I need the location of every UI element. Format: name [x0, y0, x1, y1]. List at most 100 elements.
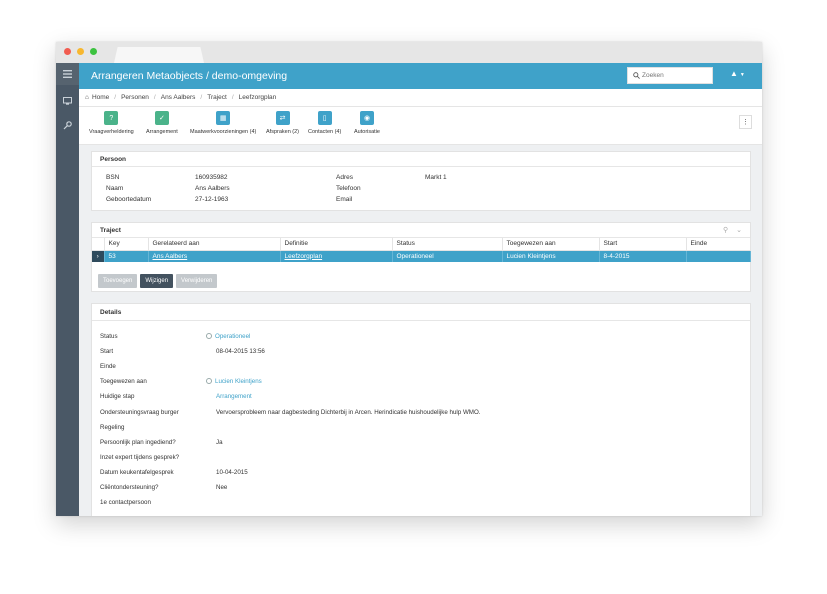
traject-table: Key Gerelateerd aan Definitie Status Toe… [92, 238, 751, 262]
cell-einde [686, 250, 751, 262]
detail-label: Inzet expert tijdens gesprek? [100, 453, 180, 461]
details-panel: Details Status Operationeel Start 08-04-201… [91, 303, 751, 516]
monitor-icon[interactable] [56, 90, 79, 112]
adres-value: Markt 1 [425, 174, 447, 181]
chevron-down-icon[interactable]: ⌄ [736, 227, 742, 234]
browser-chrome [56, 42, 762, 63]
detail-label: Persoonlijk plan ingediend? [100, 438, 176, 446]
search-icon [633, 72, 640, 79]
tool-autorisatie[interactable]: ◉ Autorisatie [354, 111, 380, 135]
user-icon: ▲ [730, 69, 738, 78]
detail-label: Status [100, 333, 118, 340]
browser-window: Arrangeren Metaobjects / demo-omgeving ▲… [56, 42, 762, 516]
table-row[interactable]: › 53 Ans Aalbers Leefzorgplan Operatione… [92, 250, 751, 262]
col-key[interactable]: Key [104, 238, 149, 251]
tool-vraagverheldering[interactable]: ? Vraagverheldering [89, 111, 134, 135]
traject-title: Traject [92, 223, 750, 238]
detail-label: Ondersteuningsvraag burger [100, 408, 179, 416]
detail-value: Vervoersprobleem naar dagbesteding Dicht… [216, 408, 481, 416]
breadcrumb-leefzorgplan: Leefzorgplan [238, 94, 277, 101]
detail-label: Huidige stap [100, 393, 135, 401]
maximize-window-button[interactable] [90, 48, 97, 55]
cell-gerelateerd-link[interactable]: Ans Aalbers [153, 253, 188, 260]
search-input[interactable] [642, 68, 712, 83]
bsn-value: 160935982 [195, 174, 228, 181]
tool-arrangement[interactable]: ✓ Arrangement [146, 111, 178, 135]
search-icon[interactable]: ⚲ [723, 227, 728, 234]
geboortedatum-label: Geboortedatum [106, 196, 152, 203]
naam-label: Naam [106, 185, 124, 192]
top-bar: Arrangeren Metaobjects / demo-omgeving ▲… [79, 63, 762, 89]
persoon-panel: Persoon BSN 160935982 Naam Ans Aalbers G… [91, 151, 751, 211]
handshake-icon: ⇄ [275, 111, 290, 125]
telefoon-label: Telefoon [336, 185, 361, 192]
vertical-dots-icon: ⋮ [742, 119, 749, 126]
sidebar [56, 63, 79, 516]
chevron-down-icon: ▼ [739, 72, 745, 78]
col-einde[interactable]: Einde [686, 238, 751, 251]
col-toegewezen[interactable]: Toegewezen aan [502, 238, 600, 251]
more-options-button[interactable]: ⋮ [739, 115, 752, 129]
question-icon: ? [104, 111, 119, 125]
wijzigen-button[interactable]: Wijzigen [140, 274, 174, 288]
tool-maatwerkvoorzieningen[interactable]: ▦ Maatwerkvoorzieningen (4) [190, 111, 256, 135]
detail-label: Start [100, 348, 114, 356]
minimize-window-button[interactable] [77, 48, 84, 55]
user-menu-button[interactable]: ▲ ▼ [730, 69, 745, 78]
detail-value: Nee [216, 484, 228, 491]
detail-label: Toegewezen aan [100, 378, 147, 386]
check-list-icon: ✓ [154, 111, 169, 125]
app-title: Arrangeren Metaobjects / demo-omgeving [91, 70, 288, 82]
bsn-label: BSN [106, 174, 120, 181]
cell-definitie-link[interactable]: Leefzorgplan [285, 253, 323, 260]
clock-icon [206, 333, 212, 339]
cell-status: Operationeel [392, 250, 503, 262]
toevoegen-button[interactable]: Toevoegen [98, 274, 138, 288]
browser-tab[interactable] [114, 47, 204, 63]
verwijderen-button[interactable]: Verwijderen [176, 274, 218, 288]
breadcrumb-person[interactable]: Ans Aalbers [161, 94, 196, 101]
search-box[interactable] [627, 67, 713, 84]
detail-label: Datum keukentafelgesprek [100, 468, 174, 476]
key-icon[interactable] [56, 114, 79, 136]
traject-panel: Traject ⚲ ⌄ Key Gerelateerd aan Definiti… [91, 222, 751, 292]
breadcrumb: ⌂ Home / Personen / Ans Aalbers / Trajec… [79, 89, 762, 107]
tool-contacten[interactable]: ▯ Contacten (4) [308, 111, 341, 135]
persoon-title: Persoon [92, 152, 750, 167]
details-title: Details [92, 304, 750, 321]
detail-label: Einde [100, 363, 116, 371]
detail-label: 1e contactpersoon [100, 499, 151, 507]
cell-key: 53 [104, 250, 149, 262]
col-start[interactable]: Start [599, 238, 687, 251]
traject-buttons: Toevoegen Wijzigen Verwijderen [98, 274, 218, 288]
detail-label: Regeling [100, 423, 125, 431]
detail-label: Cliëntondersteuning? [100, 484, 159, 491]
action-toolbar: ? Vraagverheldering ✓ Arrangement ▦ Maat… [79, 107, 762, 145]
clock-icon [206, 378, 212, 385]
naam-value: Ans Aalbers [195, 185, 230, 192]
detail-value-link[interactable]: Lucien Kleintjens [206, 378, 262, 385]
calculator-icon: ▦ [216, 111, 231, 125]
detail-value: 08-04-2015 13:56 [216, 348, 265, 356]
main-content: Persoon BSN 160935982 Naam Ans Aalbers G… [79, 145, 762, 516]
email-label: Email [336, 196, 353, 203]
col-definitie[interactable]: Definitie [280, 238, 393, 251]
close-window-button[interactable] [64, 48, 71, 55]
hamburger-menu-icon[interactable] [56, 63, 79, 85]
lock-icon: ◉ [360, 111, 374, 125]
adres-label: Adres [336, 174, 353, 181]
detail-value: 10-04-2015 [216, 468, 248, 476]
home-icon[interactable]: ⌂ [85, 94, 89, 101]
contacts-icon: ▯ [317, 111, 332, 125]
tool-afspraken[interactable]: ⇄ Afspraken (2) [266, 111, 299, 135]
geboortedatum-value: 27-12-1963 [195, 196, 229, 203]
cell-toegewezen: Lucien Kleintjens [502, 250, 600, 262]
detail-value-link[interactable]: Arrangement [216, 393, 252, 400]
row-chevron-right-icon[interactable]: › [92, 250, 105, 262]
breadcrumb-traject[interactable]: Traject [207, 94, 227, 101]
detail-value-link[interactable]: Operationeel [206, 333, 250, 340]
col-gerelateerd[interactable]: Gerelateerd aan [148, 238, 281, 251]
breadcrumb-personen[interactable]: Personen [121, 94, 149, 101]
col-status[interactable]: Status [392, 238, 503, 251]
breadcrumb-home[interactable]: Home [92, 94, 109, 101]
